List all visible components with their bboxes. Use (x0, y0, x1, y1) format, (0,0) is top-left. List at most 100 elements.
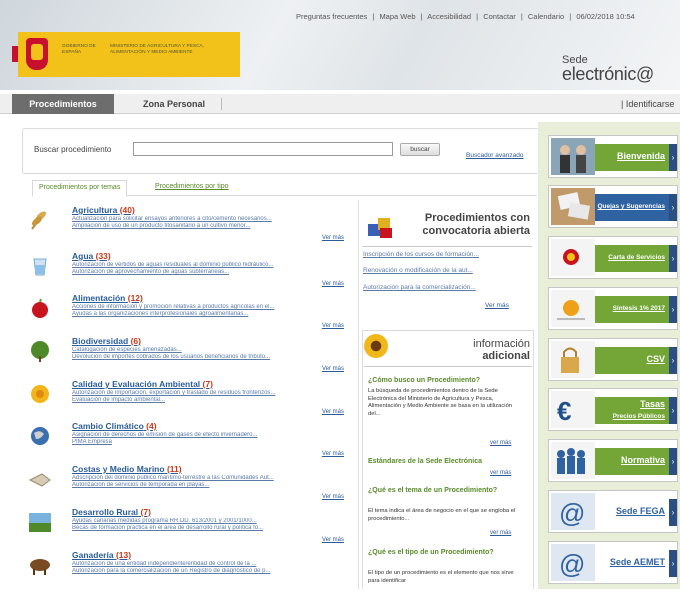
divider (362, 246, 532, 247)
carta-servicios-button[interactable]: Carta de Servicios › (548, 236, 678, 279)
category-item: Agua (33) Autorización de vertidos de ag… (22, 251, 352, 296)
link-accessibility[interactable]: Accesibilidad (427, 12, 471, 21)
procedure-link[interactable]: Evaluación de impacto ambiental... (72, 397, 352, 403)
faq-question[interactable]: ¿Cómo busco un Procedimiento? (368, 376, 528, 385)
svg-text:€: € (557, 396, 571, 426)
category-title[interactable]: Desarrollo Rural (7) (72, 507, 151, 517)
tree-icon (31, 341, 49, 362)
category-title[interactable]: Alimentación (12) (72, 293, 143, 303)
procedure-link[interactable]: Ayudas a las organizaciones interprofesi… (72, 311, 352, 317)
identify-link[interactable]: | Identificarse (621, 94, 674, 114)
category-title[interactable]: Agua (33) (72, 251, 111, 261)
faq-answer: El tipo de un procedimiento es el elemen… (368, 570, 514, 584)
see-more-link[interactable]: Ver más (322, 537, 344, 543)
tasas-button[interactable]: € Tasas Precios Públicos › (548, 388, 678, 431)
convocatoria-link[interactable]: Renovación o modificación de la aut... (363, 267, 473, 274)
procedure-link[interactable]: Autorización para la comercialización de… (72, 568, 352, 574)
category-item: Desarrollo Rural (7) Ayudas canarias med… (22, 507, 352, 552)
see-more-link[interactable]: Ver más (322, 281, 344, 287)
water-glass-icon (33, 258, 47, 276)
category-item: Alimentación (12) Acciones de informació… (22, 293, 352, 338)
tab-zona-personal[interactable]: Zona Personal (143, 94, 205, 114)
see-more-link[interactable]: Ver más (322, 451, 344, 457)
procedure-link[interactable]: Asignación de derechos de emisión de gas… (72, 432, 352, 438)
category-item: Agricultura (40) Actualización para soli… (22, 205, 352, 250)
link-sitemap[interactable]: Mapa Web (379, 12, 415, 21)
procedure-link[interactable]: Autorización de servicios de temporada e… (72, 482, 352, 488)
faq-answer: La búsqueda de procedimientos dentro de … (368, 388, 513, 417)
procedure-link[interactable]: Adscripción del dominio público marítimo… (72, 475, 352, 481)
at-icon: @ (551, 544, 595, 581)
tab-by-type[interactable]: Procedimientos por tipo (155, 183, 229, 190)
procedure-link[interactable]: Autorización de aprovechamiento de aguas… (72, 269, 352, 275)
faq-question[interactable]: ¿Qué es el tema de un Procedimiento? (368, 486, 528, 495)
procedure-link[interactable]: Devolución de importes cobrados de los u… (72, 354, 352, 360)
procedure-link[interactable]: Acciones de información y promoción rela… (72, 304, 352, 310)
crowd-icon (551, 442, 595, 479)
chevron-right-icon: › (669, 397, 677, 424)
chevron-right-icon: › (669, 144, 677, 171)
chevron-right-icon: › (669, 245, 677, 272)
procedure-link[interactable]: Ampliación de uso de un producto fitosan… (72, 223, 352, 229)
sintesis-button[interactable]: Síntesis 1% 2017 › (548, 287, 678, 330)
sede-electronica-logo[interactable]: Sede electrónic@ (562, 54, 654, 85)
normativa-button[interactable]: Normativa › (548, 439, 678, 482)
button-label: Sede FEGA (615, 506, 665, 516)
convocatoria-link[interactable]: Autorización para la comercialización... (363, 284, 476, 291)
advanced-search-link[interactable]: Buscador avanzado (466, 152, 523, 159)
convocatoria-link[interactable]: Inscripción de los cursos de formación..… (363, 251, 479, 258)
link-faq[interactable]: Preguntas frecuentes (296, 12, 367, 21)
see-more-link[interactable]: Ver más (322, 323, 344, 329)
see-more-link[interactable]: ver más (490, 470, 511, 476)
globe-icon (31, 427, 49, 445)
landscape-icon (29, 513, 51, 532)
date-time: 06/02/2018 10:54 (576, 12, 635, 21)
faq-question[interactable]: Estándares de la Sede Electrónica (368, 457, 528, 466)
procedure-link[interactable]: Becas de formación práctica en el área d… (72, 525, 352, 531)
category-title[interactable]: Ganadería (13) (72, 550, 131, 560)
procedure-link[interactable]: Autorización de vertidos de aguas residu… (72, 262, 352, 268)
see-more-link[interactable]: ver más (490, 530, 511, 536)
procedure-link[interactable]: Autorización de una entidad independient… (72, 561, 352, 567)
link-contact[interactable]: Contactar (483, 12, 516, 21)
button-label: Sede AEMET (609, 557, 665, 567)
see-more-link[interactable]: Ver más (322, 494, 344, 500)
button-label: Tasas (640, 399, 665, 409)
category-title[interactable]: Cambio Climático (4) (72, 421, 157, 431)
convocatoria-title: Procedimientos con convocatoria abierta (422, 212, 530, 237)
category-title[interactable]: Costas y Medio Marino (11) (72, 464, 182, 474)
csv-button[interactable]: CSV › (548, 338, 678, 381)
quejas-button[interactable]: Quejas y Sugerencias › (548, 185, 678, 228)
sede-aemet-button[interactable]: @ Sede AEMET › (548, 541, 678, 584)
procedure-link[interactable]: Catalogación de especies amenazadas... (72, 347, 352, 353)
see-more-link[interactable]: Ver más (322, 409, 344, 415)
chevron-right-icon: › (669, 296, 677, 323)
see-more-link[interactable]: Ver más (322, 366, 344, 372)
bienvenida-button[interactable]: Bienvenida › (548, 135, 678, 178)
separator: | (569, 12, 572, 21)
padlock-icon (551, 341, 595, 378)
faq-question[interactable]: ¿Qué es el tipo de un Procedimiento? (368, 548, 528, 557)
link-calendar[interactable]: Calendario (528, 12, 564, 21)
search-button[interactable]: buscar (400, 143, 440, 156)
category-title[interactable]: Biodiversidad (6) (72, 336, 141, 346)
category-item: Costas y Medio Marino (11) Adscripción d… (22, 464, 352, 509)
chevron-right-icon: › (669, 448, 677, 475)
procedure-link[interactable]: Actualización para solicitar ensayos ant… (72, 216, 352, 222)
category-title[interactable]: Agricultura (40) (72, 205, 135, 215)
procedure-link[interactable]: PIMA Empresa (72, 439, 352, 445)
sede-fega-button[interactable]: @ Sede FEGA › (548, 490, 678, 533)
search-input[interactable] (133, 142, 393, 156)
shell-icon (28, 473, 51, 487)
category-title[interactable]: Calidad y Evaluación Ambiental (7) (72, 379, 213, 389)
tab-procedimientos[interactable]: Procedimientos (12, 94, 114, 114)
procedure-link[interactable]: Autorización de importación, exportación… (72, 390, 352, 396)
logo-ministry-text: MINISTERIO DE AGRICULTURA Y PESCA, ALIME… (110, 44, 205, 55)
category-item: Cambio Climático (4) Asignación de derec… (22, 421, 352, 466)
procedure-link[interactable]: Ayudas canarias medidas programa RR.DD. … (72, 518, 352, 524)
see-more-link[interactable]: Ver más (485, 302, 509, 309)
see-more-link[interactable]: ver más (490, 440, 511, 446)
see-more-link[interactable]: Ver más (322, 235, 344, 241)
ministry-logo[interactable]: GOBIERNO DE ESPAÑA MINISTERIO DE AGRICUL… (12, 32, 240, 77)
tab-by-theme[interactable]: Procedimientos por temas (32, 180, 128, 197)
